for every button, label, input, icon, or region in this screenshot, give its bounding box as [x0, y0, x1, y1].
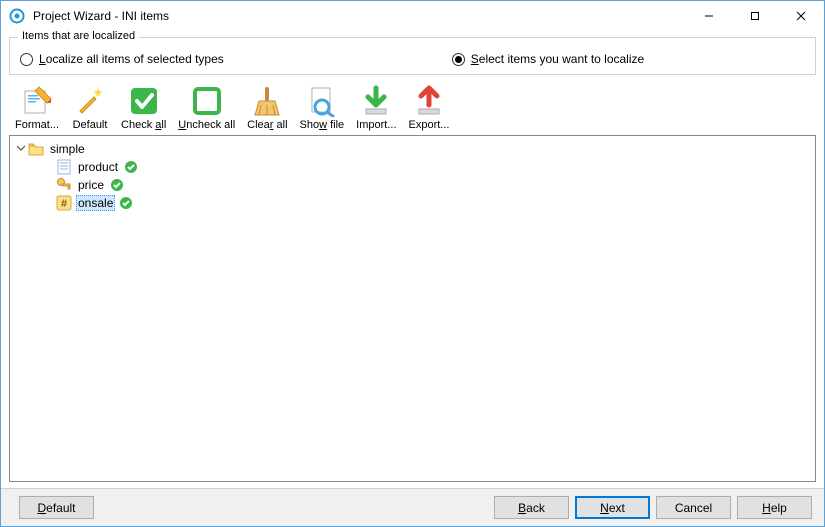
- tree-item-label: price: [76, 178, 106, 192]
- tree-item-price[interactable]: price: [38, 176, 811, 194]
- toolbar-format[interactable]: Format...: [9, 83, 65, 133]
- app-icon: [9, 8, 25, 24]
- toolbar: Format... Default Check all Uncheck all …: [9, 79, 816, 135]
- radio-label: elect items you want to localize: [479, 52, 644, 66]
- import-arrow-icon: [360, 85, 392, 117]
- default-button[interactable]: Default: [19, 496, 94, 519]
- uncheck-icon: [191, 85, 223, 117]
- format-icon: [21, 85, 53, 117]
- button-bar: Default Back Next Cancel Help: [1, 488, 824, 526]
- folder-icon: [28, 141, 44, 157]
- titlebar: Project Wizard - INI items: [1, 1, 824, 31]
- toolbar-default[interactable]: Default: [65, 83, 115, 133]
- content-area: Items that are localized Localize all it…: [1, 31, 824, 488]
- toolbar-label: Show file: [300, 119, 345, 131]
- toolbar-export[interactable]: Export...: [403, 83, 456, 133]
- show-file-icon: [306, 85, 338, 117]
- tree-expander-icon[interactable]: [14, 143, 28, 156]
- toolbar-uncheck-all[interactable]: Uncheck all: [172, 83, 241, 133]
- toolbar-label: Check all: [121, 119, 166, 131]
- window-controls: [686, 1, 824, 31]
- tree-root-row[interactable]: simple: [14, 140, 811, 158]
- tree-item-product[interactable]: product: [38, 158, 811, 176]
- radio-indicator: [452, 53, 465, 66]
- radio-localize-all[interactable]: Localize all items of selected types: [20, 52, 452, 66]
- minimize-button[interactable]: [686, 1, 732, 31]
- tree-item-onsale[interactable]: # onsale: [38, 194, 811, 212]
- checked-badge-icon: [124, 160, 138, 174]
- radio-indicator: [20, 53, 33, 66]
- check-icon: [128, 85, 160, 117]
- wand-icon: [74, 85, 106, 117]
- toolbar-label: Uncheck all: [178, 119, 235, 131]
- key-item-icon: [56, 177, 72, 193]
- back-button[interactable]: Back: [494, 496, 569, 519]
- radio-mnemonic: S: [471, 52, 479, 66]
- toolbar-label: Export...: [409, 119, 450, 131]
- toolbar-label: Default: [73, 119, 108, 131]
- tree-view[interactable]: simple product: [9, 135, 816, 482]
- tree-item-label: product: [76, 160, 120, 174]
- toolbar-clear-all[interactable]: Clear all: [241, 83, 293, 133]
- tree-children: product price: [38, 158, 811, 212]
- window-title: Project Wizard - INI items: [33, 9, 686, 23]
- radio-select-items[interactable]: Select items you want to localize: [452, 52, 805, 66]
- toolbar-check-all[interactable]: Check all: [115, 83, 172, 133]
- toolbar-show-file[interactable]: Show file: [294, 83, 351, 133]
- tree-root-label: simple: [48, 142, 87, 156]
- cancel-button[interactable]: Cancel: [656, 496, 731, 519]
- tree-item-label: onsale: [76, 195, 115, 211]
- hash-item-icon: #: [56, 195, 72, 211]
- text-item-icon: [56, 159, 72, 175]
- export-arrow-icon: [413, 85, 445, 117]
- close-button[interactable]: [778, 1, 824, 31]
- toolbar-label: Format...: [15, 119, 59, 131]
- radio-label: ocalize all items of selected types: [46, 52, 224, 66]
- checked-badge-icon: [119, 196, 133, 210]
- help-button[interactable]: Help: [737, 496, 812, 519]
- toolbar-label: Clear all: [247, 119, 287, 131]
- broom-icon: [251, 85, 283, 117]
- toolbar-label: Import...: [356, 119, 396, 131]
- svg-text:#: #: [61, 198, 67, 210]
- maximize-button[interactable]: [732, 1, 778, 31]
- checked-badge-icon: [110, 178, 124, 192]
- localization-groupbox: Items that are localized Localize all it…: [9, 37, 816, 75]
- toolbar-import[interactable]: Import...: [350, 83, 402, 133]
- radio-mnemonic: L: [39, 52, 46, 66]
- next-button[interactable]: Next: [575, 496, 650, 519]
- groupbox-legend: Items that are localized: [18, 30, 139, 42]
